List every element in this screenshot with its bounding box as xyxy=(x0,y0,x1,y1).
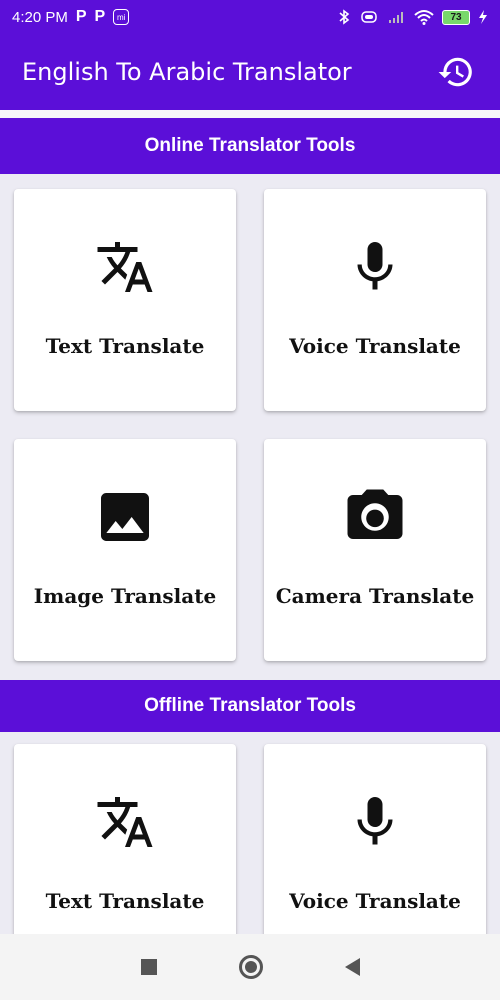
translate-icon xyxy=(97,797,153,847)
mic-icon xyxy=(357,797,393,845)
back-button[interactable] xyxy=(344,958,360,976)
signal-icon xyxy=(389,12,403,23)
app-bar: English To Arabic Translator xyxy=(0,34,500,110)
history-icon xyxy=(438,57,472,87)
charging-icon xyxy=(479,10,487,24)
card-text-translate-online[interactable]: Text Translate xyxy=(14,189,236,411)
recents-button[interactable] xyxy=(140,959,157,975)
notification-p-icon: P xyxy=(75,8,87,25)
card-text-translate-offline[interactable]: Text Translate xyxy=(14,744,236,966)
card-image-translate-online[interactable]: Image Translate xyxy=(14,439,236,661)
section-header-online: Online Translator Tools xyxy=(0,118,500,174)
card-voice-translate-online[interactable]: Voice Translate xyxy=(264,189,486,411)
card-label: Text Translate xyxy=(45,889,205,913)
battery-indicator: 73 xyxy=(442,9,470,25)
section-title-offline: Offline Translator Tools xyxy=(144,695,356,716)
mic-icon xyxy=(357,242,393,290)
app-bar-divider xyxy=(0,110,500,118)
section-title-online: Online Translator Tools xyxy=(144,135,356,156)
bluetooth-icon xyxy=(339,9,350,25)
card-label: Image Translate xyxy=(33,584,217,608)
card-label: Camera Translate xyxy=(275,584,475,608)
translate-icon xyxy=(97,242,153,292)
home-dot xyxy=(244,961,257,973)
mi-icon: mi xyxy=(113,9,130,25)
camera-icon xyxy=(347,489,403,539)
home-button[interactable] xyxy=(238,955,263,979)
vibrate-icon xyxy=(361,11,377,23)
section-header-offline: Offline Translator Tools xyxy=(0,680,500,732)
status-bar: 4:20 PM P P mi 73 xyxy=(0,0,500,34)
card-label: Voice Translate xyxy=(289,889,461,913)
app-title: English To Arabic Translator xyxy=(22,58,352,86)
system-nav-bar xyxy=(0,934,500,1000)
notification-p-icon-2: P xyxy=(94,8,106,25)
status-time: 4:20 PM xyxy=(12,8,68,26)
wifi-icon xyxy=(414,10,434,25)
image-icon xyxy=(101,493,149,541)
card-label: Voice Translate xyxy=(289,334,461,358)
history-button[interactable] xyxy=(434,50,478,94)
card-voice-translate-offline[interactable]: Voice Translate xyxy=(264,744,486,966)
card-label: Text Translate xyxy=(45,334,205,358)
card-camera-translate-online[interactable]: Camera Translate xyxy=(264,439,486,661)
